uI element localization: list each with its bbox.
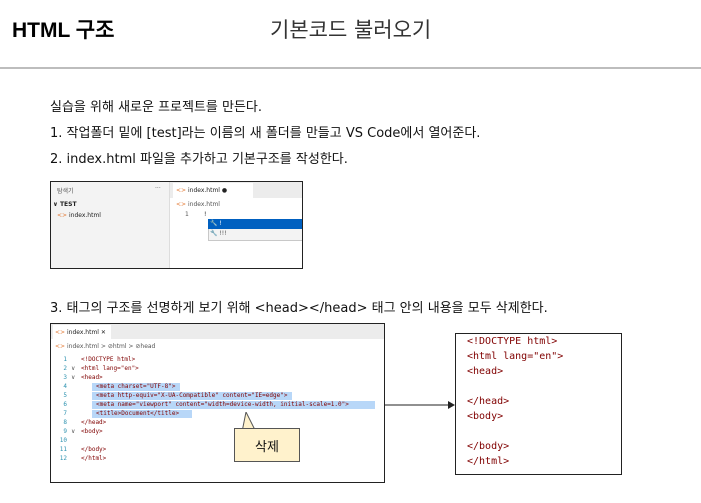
wrench-icon: 🔧 xyxy=(210,230,220,237)
typed-text: ! xyxy=(204,211,207,218)
explorer-screenshot: 탐색기 ··· ∨ TEST <> index.html <> index.ht… xyxy=(50,181,303,269)
file-item-index[interactable]: <> index.html xyxy=(57,212,101,219)
folder-item-test[interactable]: ∨ TEST xyxy=(53,201,77,208)
suggestion-item-1[interactable]: 🔧 ! xyxy=(210,220,222,227)
line-number: 9 xyxy=(63,428,67,435)
result-line: </html> xyxy=(467,456,510,467)
line-number: 4 xyxy=(63,383,67,390)
chevron-down-icon: ∨ xyxy=(53,201,60,208)
breadcrumb[interactable]: <> index.html xyxy=(176,201,220,208)
html-file-icon: <> xyxy=(55,329,67,336)
code-line: <meta http-equiv="X-UA-Compatible" conte… xyxy=(96,392,288,399)
line-number: 10 xyxy=(59,437,67,444)
line-number: 5 xyxy=(63,392,67,399)
html-file-icon: <> xyxy=(57,212,69,219)
result-line: <html lang="en"> xyxy=(467,351,564,362)
code-line: <!DOCTYPE html> xyxy=(81,356,136,363)
header-divider xyxy=(0,67,701,69)
code-line: <body> xyxy=(81,428,103,435)
step-3-text: 3. 태그의 구조를 선명하게 보기 위해 <head></head> 태그 안… xyxy=(50,301,548,316)
fold-chevron-icon[interactable]: ∨ xyxy=(71,365,75,372)
result-line: <body> xyxy=(467,411,504,422)
line-number: 11 xyxy=(59,446,67,453)
unsaved-dot-icon: ● xyxy=(219,187,228,194)
code-line: </body> xyxy=(81,446,107,453)
page-subtitle: 기본코드 불러오기 xyxy=(270,18,432,42)
html-file-icon: <> xyxy=(55,343,67,350)
explorer-title: 탐색기 xyxy=(57,188,74,195)
fold-chevron-icon[interactable]: ∨ xyxy=(71,374,75,381)
line-number: 12 xyxy=(59,455,67,462)
line-number: 7 xyxy=(63,410,67,417)
code-line: <meta name="viewport" content="width=dev… xyxy=(96,401,349,408)
page-title: HTML 구조 xyxy=(12,19,115,42)
code-line: <meta charset="UTF-8"> xyxy=(96,383,176,390)
code-line: <title>Document</title> xyxy=(96,410,180,417)
result-line: </body> xyxy=(467,441,510,452)
code-editor-screenshot: <> index.html ✕ <> index.html > ⊘html > … xyxy=(50,323,385,483)
result-line: <head> xyxy=(467,366,504,377)
line-number: 2 xyxy=(63,365,67,372)
html-file-icon: <> xyxy=(176,187,188,194)
code-line: </head> xyxy=(81,419,107,426)
result-line: </head> xyxy=(467,396,510,407)
tab-index-html[interactable]: <> index.html ● xyxy=(176,187,227,194)
line-number: 1 xyxy=(63,356,67,363)
arrow-right-icon xyxy=(385,401,455,409)
code-line: </html> xyxy=(81,455,107,462)
line-number: 8 xyxy=(63,419,67,426)
result-line: <!DOCTYPE html> xyxy=(467,336,558,347)
line-number: 6 xyxy=(63,401,67,408)
breadcrumb[interactable]: <> index.html > ⊘html > ⊘head xyxy=(55,343,155,350)
suggestion-item-2[interactable]: 🔧 !!! xyxy=(210,230,227,237)
fold-chevron-icon[interactable]: ∨ xyxy=(71,428,75,435)
intro-text: 실습을 위해 새로운 프로젝트를 만든다. xyxy=(50,100,263,115)
close-icon[interactable]: ✕ xyxy=(99,329,106,336)
wrench-icon: 🔧 xyxy=(210,220,220,227)
code-line: <head> xyxy=(81,374,103,381)
tab-index-html[interactable]: <> index.html ✕ xyxy=(55,329,106,336)
delete-callout-label: 삭제 xyxy=(255,440,279,455)
code-line: <html lang="en"> xyxy=(81,365,139,372)
line-number: 1 xyxy=(185,211,189,218)
html-file-icon: <> xyxy=(176,201,188,208)
line-number: 3 xyxy=(63,374,67,381)
step-2-text: 2. index.html 파일을 추가하고 기본구조를 작성한다. xyxy=(50,152,348,167)
suggestion-selected-bg xyxy=(208,219,302,229)
more-actions-icon[interactable]: ··· xyxy=(155,185,161,192)
step-1-text: 1. 작업폴더 밑에 [test]라는 이름의 새 폴더를 만들고 VS Cod… xyxy=(50,126,481,141)
